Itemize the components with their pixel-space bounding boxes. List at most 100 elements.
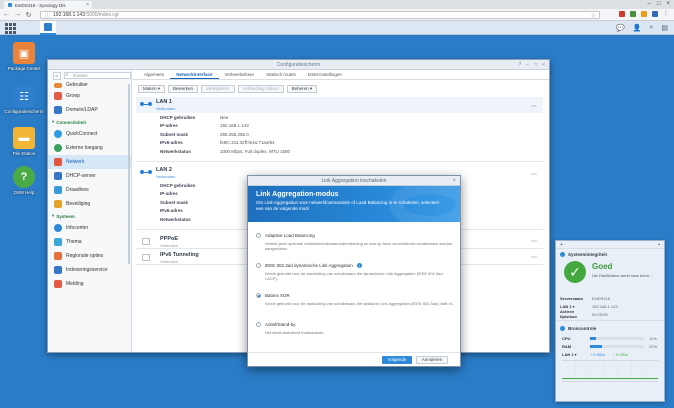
- home-icon[interactable]: ⌂: [53, 71, 61, 80]
- tab-general[interactable]: Algemeen: [138, 70, 170, 79]
- back-icon[interactable]: ←: [3, 11, 10, 18]
- main-menu-icon[interactable]: [3, 22, 17, 34]
- close-window-icon[interactable]: ×: [666, 1, 670, 7]
- edit-button[interactable]: Bewerken: [168, 85, 199, 93]
- section-label: Systeem: [56, 213, 75, 219]
- option-adaptive-load-balancing[interactable]: Adaptive Load Balancing Vereist geen spe…: [256, 233, 454, 252]
- close-window-icon[interactable]: ×: [542, 60, 545, 70]
- tab-dsm-settings[interactable]: DSM-instellingen: [302, 70, 348, 79]
- help-button-icon[interactable]: ?: [518, 60, 521, 70]
- radio-button[interactable]: [256, 322, 261, 327]
- chevron-up-icon[interactable]: ︿: [531, 168, 537, 177]
- folder-icon: ▬: [13, 127, 35, 149]
- tab-network-interface[interactable]: Netwerkinterface: [170, 70, 219, 79]
- bookmark-star-icon[interactable]: ☆: [591, 12, 596, 19]
- info-icon[interactable]: i: [356, 263, 362, 268]
- health-widget-header: Systeemintegriteit: [556, 249, 664, 260]
- tab-traffic-control[interactable]: Verkeerbeheer: [219, 70, 261, 79]
- sidebar-item-label: Draadloos: [66, 187, 89, 193]
- info-label: Servernaam: [560, 295, 583, 301]
- close-tab-icon[interactable]: ×: [86, 2, 89, 8]
- menu-icon[interactable]: ⋮: [663, 11, 669, 17]
- radio-button-selected[interactable]: [256, 293, 261, 298]
- interface-name: IPv6 Tunneling: [160, 252, 199, 258]
- maximize-window-icon[interactable]: □: [534, 60, 537, 70]
- add-widget-icon[interactable]: +: [560, 241, 563, 248]
- search-input[interactable]: Zoeken: [63, 72, 131, 79]
- taskbar-control-panel-icon[interactable]: [40, 21, 56, 35]
- sidebar-item-security[interactable]: Beveiliging: [48, 197, 131, 211]
- sidebar-item-domain-ldap[interactable]: Domein/LDAP: [48, 103, 131, 117]
- option-ieee-8023ad[interactable]: IEEE 802.3ad dynamische Link Aggregation…: [256, 263, 454, 282]
- reload-icon[interactable]: ↻: [25, 11, 32, 19]
- sidebar-item-quickconnect[interactable]: QuickConnect: [48, 127, 131, 141]
- sidebar-item-network[interactable]: Netwerk: [48, 155, 131, 169]
- sidebar-item-info-center[interactable]: Infocenter: [48, 221, 131, 235]
- tab-static-route[interactable]: Statisch routes: [260, 70, 302, 79]
- sidebar-item-wireless[interactable]: Draadloos: [48, 183, 131, 197]
- extension-icon[interactable]: [619, 11, 625, 17]
- chevron-up-icon[interactable]: ︿: [531, 100, 537, 109]
- section-system[interactable]: ▾ Systeem: [48, 211, 131, 221]
- delete-button[interactable]: Verwijderen: [201, 85, 235, 93]
- sidebar-item-theme[interactable]: Thema: [48, 235, 131, 249]
- sidebar-scrollbar[interactable]: [128, 84, 130, 264]
- minimize-icon[interactable]: –: [648, 1, 651, 7]
- field-label: IPv6-adres: [160, 140, 183, 146]
- desktop-control-panel[interactable]: ☷ Configuratiescherm: [4, 85, 44, 114]
- dialog-title-bar[interactable]: Link Aggregation inschakelen ×: [248, 176, 460, 186]
- chevron-down-icon[interactable]: ﹀: [531, 238, 537, 247]
- sidebar-item-indexing-service[interactable]: Indexeringsservice: [48, 263, 131, 277]
- user-icon[interactable]: 👤: [633, 24, 642, 32]
- browser-tab[interactable]: ExtDS418 - Synology Dis ×: [4, 1, 92, 9]
- sidebar-item-regional-options[interactable]: Regionale opties: [48, 249, 131, 263]
- sidebar-item-dhcp-server[interactable]: DHCP-server: [48, 169, 131, 183]
- forward-icon[interactable]: →: [14, 11, 21, 18]
- dialog-banner: Link Aggregation-modus Om Link Aggregati…: [248, 186, 460, 222]
- field-value: 192.168.1.143: [220, 123, 249, 129]
- create-button[interactable]: Maken ▾: [138, 85, 166, 93]
- manage-button[interactable]: Beheren ▾: [286, 85, 318, 93]
- address-bar[interactable]: ⓘ 192.168.1.143:5000/index.cgi ☆: [40, 11, 600, 19]
- option-active-standby[interactable]: Actief/Stand-by Het biedt uitsluitend fo…: [256, 322, 454, 335]
- lan-selector[interactable]: LAN 1 ▾: [560, 304, 592, 309]
- interface-status: Verbonden: [156, 106, 176, 111]
- notification-icon: [54, 280, 62, 288]
- cancel-button[interactable]: Annuleren: [416, 356, 448, 364]
- radio-button[interactable]: [256, 263, 261, 268]
- radio-button[interactable]: [256, 233, 261, 238]
- close-icon[interactable]: ×: [452, 176, 456, 186]
- window-controls: – □ ×: [648, 1, 670, 7]
- option-balance-xor[interactable]: Balans XOR Wordt gebruikt voor de aanslu…: [256, 293, 454, 306]
- interface-lan1[interactable]: LAN 1 Verbonden ︿ DHCP gebruiken Nee IP-a…: [136, 97, 543, 162]
- sidebar-item-user[interactable]: Gebruiker: [48, 81, 131, 89]
- option-label: Balans XOR: [265, 293, 290, 298]
- lan-traffic-selector[interactable]: LAN 1 ▾: [562, 352, 582, 357]
- sidebar-item-notification[interactable]: Melding: [48, 277, 131, 291]
- lan1-header[interactable]: LAN 1 Verbonden ︿: [136, 97, 543, 113]
- widget-toolbar: + ▪: [556, 241, 664, 249]
- minimize-window-icon[interactable]: –: [526, 60, 529, 70]
- desktop-file-station[interactable]: ▬ File Station: [4, 127, 44, 156]
- search-icon[interactable]: ⌕: [649, 24, 653, 32]
- extension-icon[interactable]: [630, 11, 636, 17]
- section-connectivity[interactable]: ▾ Connectiviteit: [48, 117, 131, 127]
- connect-button[interactable]: Verbinding maken: [237, 85, 284, 93]
- maximize-icon[interactable]: □: [657, 1, 661, 7]
- sidebar-item-group[interactable]: Groep: [48, 89, 131, 103]
- window-title-bar[interactable]: Configuratiescherm ? – □ ×: [48, 60, 549, 70]
- widgets-icon[interactable]: ▤: [661, 24, 668, 32]
- desktop-package-center[interactable]: ▣ Package Center: [4, 42, 44, 71]
- sidebar-item-label: Indexeringsservice: [66, 267, 108, 273]
- widget-settings-icon[interactable]: ▪: [658, 241, 660, 248]
- extension-icon[interactable]: [652, 11, 658, 17]
- chat-icon[interactable]: 💬: [616, 24, 625, 32]
- field-value: 255.255.255.0: [220, 131, 249, 137]
- health-status: ✓ Goed Uw DiskStation werkt naar beho...: [556, 260, 664, 294]
- traffic-graph: [562, 360, 658, 382]
- chevron-down-icon[interactable]: ﹀: [531, 254, 537, 263]
- next-button[interactable]: Volgende: [382, 356, 412, 364]
- sidebar-item-external-access[interactable]: Externe toegang: [48, 141, 131, 155]
- extension-icon[interactable]: [641, 11, 647, 17]
- desktop-dsm-help[interactable]: ? DSM Help: [4, 166, 44, 195]
